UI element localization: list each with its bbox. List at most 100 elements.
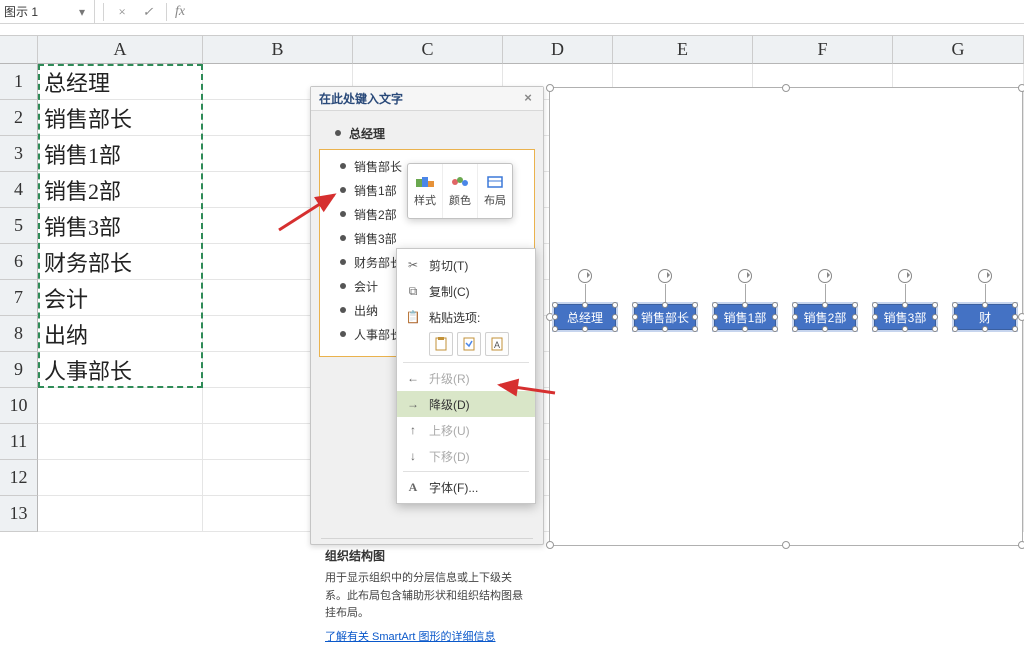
resize-handle[interactable]: [612, 326, 618, 332]
rotate-handle-icon[interactable]: [818, 269, 832, 283]
row-header[interactable]: 1: [0, 64, 38, 100]
resize-handle[interactable]: [872, 326, 878, 332]
rotate-handle-icon[interactable]: [658, 269, 672, 283]
cancel-icon[interactable]: ×: [112, 4, 132, 20]
smartart-pane-title-bar[interactable]: 在此处键入文字 ×: [311, 87, 543, 111]
paste-option-2[interactable]: [457, 332, 481, 356]
org-node[interactable]: 销售3部: [874, 304, 936, 330]
row-header[interactable]: 11: [0, 424, 38, 460]
resize-handle[interactable]: [692, 302, 698, 308]
resize-handle[interactable]: [546, 541, 554, 549]
resize-handle[interactable]: [632, 326, 638, 332]
col-header-D[interactable]: D: [503, 36, 613, 64]
resize-handle[interactable]: [872, 302, 878, 308]
cell[interactable]: 总经理: [38, 64, 203, 100]
menu-demote[interactable]: → 降级(D): [397, 391, 535, 417]
resize-handle[interactable]: [612, 314, 618, 320]
resize-handle[interactable]: [1012, 314, 1018, 320]
row-header[interactable]: 13: [0, 496, 38, 532]
resize-handle[interactable]: [552, 302, 558, 308]
resize-handle[interactable]: [552, 314, 558, 320]
resize-handle[interactable]: [902, 326, 908, 332]
resize-handle[interactable]: [952, 326, 958, 332]
resize-handle[interactable]: [612, 302, 618, 308]
col-header-G[interactable]: G: [893, 36, 1024, 64]
resize-handle[interactable]: [792, 314, 798, 320]
smartart-item[interactable]: 总经理: [331, 121, 527, 145]
resize-handle[interactable]: [952, 302, 958, 308]
smartart-item[interactable]: 销售3部: [322, 226, 532, 250]
org-node[interactable]: 财: [954, 304, 1016, 330]
cell[interactable]: [38, 424, 203, 460]
resize-handle[interactable]: [852, 314, 858, 320]
resize-handle[interactable]: [792, 302, 798, 308]
resize-handle[interactable]: [582, 302, 588, 308]
cell[interactable]: 销售部长: [38, 100, 203, 136]
resize-handle[interactable]: [712, 302, 718, 308]
resize-handle[interactable]: [1018, 541, 1024, 549]
row-header[interactable]: 4: [0, 172, 38, 208]
resize-handle[interactable]: [582, 326, 588, 332]
rotate-handle-icon[interactable]: [898, 269, 912, 283]
resize-handle[interactable]: [552, 326, 558, 332]
resize-handle[interactable]: [662, 302, 668, 308]
resize-handle[interactable]: [712, 314, 718, 320]
org-node[interactable]: 总经理: [554, 304, 616, 330]
cell[interactable]: 销售2部: [38, 172, 203, 208]
name-box[interactable]: 图示 1: [4, 3, 74, 20]
menu-cut[interactable]: ✂ 剪切(T): [397, 252, 535, 278]
name-box-dropdown-icon[interactable]: ▾: [74, 4, 90, 20]
cell[interactable]: 财务部长: [38, 244, 203, 280]
resize-handle[interactable]: [982, 326, 988, 332]
rotate-handle-icon[interactable]: [978, 269, 992, 283]
resize-handle[interactable]: [852, 326, 858, 332]
resize-handle[interactable]: [712, 326, 718, 332]
cell[interactable]: 销售1部: [38, 136, 203, 172]
resize-handle[interactable]: [952, 314, 958, 320]
cell[interactable]: [38, 460, 203, 496]
paste-option-1[interactable]: [429, 332, 453, 356]
smartart-learn-more-link[interactable]: 了解有关 SmartArt 图形的详细信息: [325, 629, 496, 647]
resize-handle[interactable]: [902, 302, 908, 308]
org-node[interactable]: 销售2部: [794, 304, 856, 330]
resize-handle[interactable]: [772, 302, 778, 308]
fx-icon[interactable]: fx: [175, 4, 185, 20]
rotate-handle-icon[interactable]: [578, 269, 592, 283]
org-node[interactable]: 销售1部: [714, 304, 776, 330]
resize-handle[interactable]: [822, 326, 828, 332]
cell[interactable]: [38, 388, 203, 424]
row-header[interactable]: 2: [0, 100, 38, 136]
resize-handle[interactable]: [792, 326, 798, 332]
name-box-container[interactable]: 图示 1 ▾: [0, 0, 95, 23]
col-header-F[interactable]: F: [753, 36, 893, 64]
resize-handle[interactable]: [692, 326, 698, 332]
resize-handle[interactable]: [742, 302, 748, 308]
row-header[interactable]: 5: [0, 208, 38, 244]
resize-handle[interactable]: [872, 314, 878, 320]
cell[interactable]: 出纳: [38, 316, 203, 352]
menu-copy[interactable]: ⧉ 复制(C): [397, 278, 535, 304]
mini-color-button[interactable]: 颜色: [443, 164, 478, 218]
resize-handle[interactable]: [692, 314, 698, 320]
resize-handle[interactable]: [546, 84, 554, 92]
resize-handle[interactable]: [1018, 84, 1024, 92]
menu-font[interactable]: A 字体(F)...: [397, 474, 535, 500]
resize-handle[interactable]: [1012, 326, 1018, 332]
org-node[interactable]: 销售部长: [634, 304, 696, 330]
paste-option-3[interactable]: A: [485, 332, 509, 356]
row-header[interactable]: 3: [0, 136, 38, 172]
mini-layout-button[interactable]: 布局: [478, 164, 512, 218]
resize-handle[interactable]: [632, 302, 638, 308]
resize-handle[interactable]: [782, 84, 790, 92]
row-header[interactable]: 10: [0, 388, 38, 424]
select-all-corner[interactable]: [0, 36, 38, 64]
col-header-E[interactable]: E: [613, 36, 753, 64]
cell[interactable]: [38, 496, 203, 532]
close-icon[interactable]: ×: [521, 92, 535, 106]
resize-handle[interactable]: [932, 314, 938, 320]
row-header[interactable]: 7: [0, 280, 38, 316]
resize-handle[interactable]: [662, 326, 668, 332]
col-header-B[interactable]: B: [203, 36, 353, 64]
cell[interactable]: 会计: [38, 280, 203, 316]
confirm-icon[interactable]: ✓: [138, 4, 158, 20]
